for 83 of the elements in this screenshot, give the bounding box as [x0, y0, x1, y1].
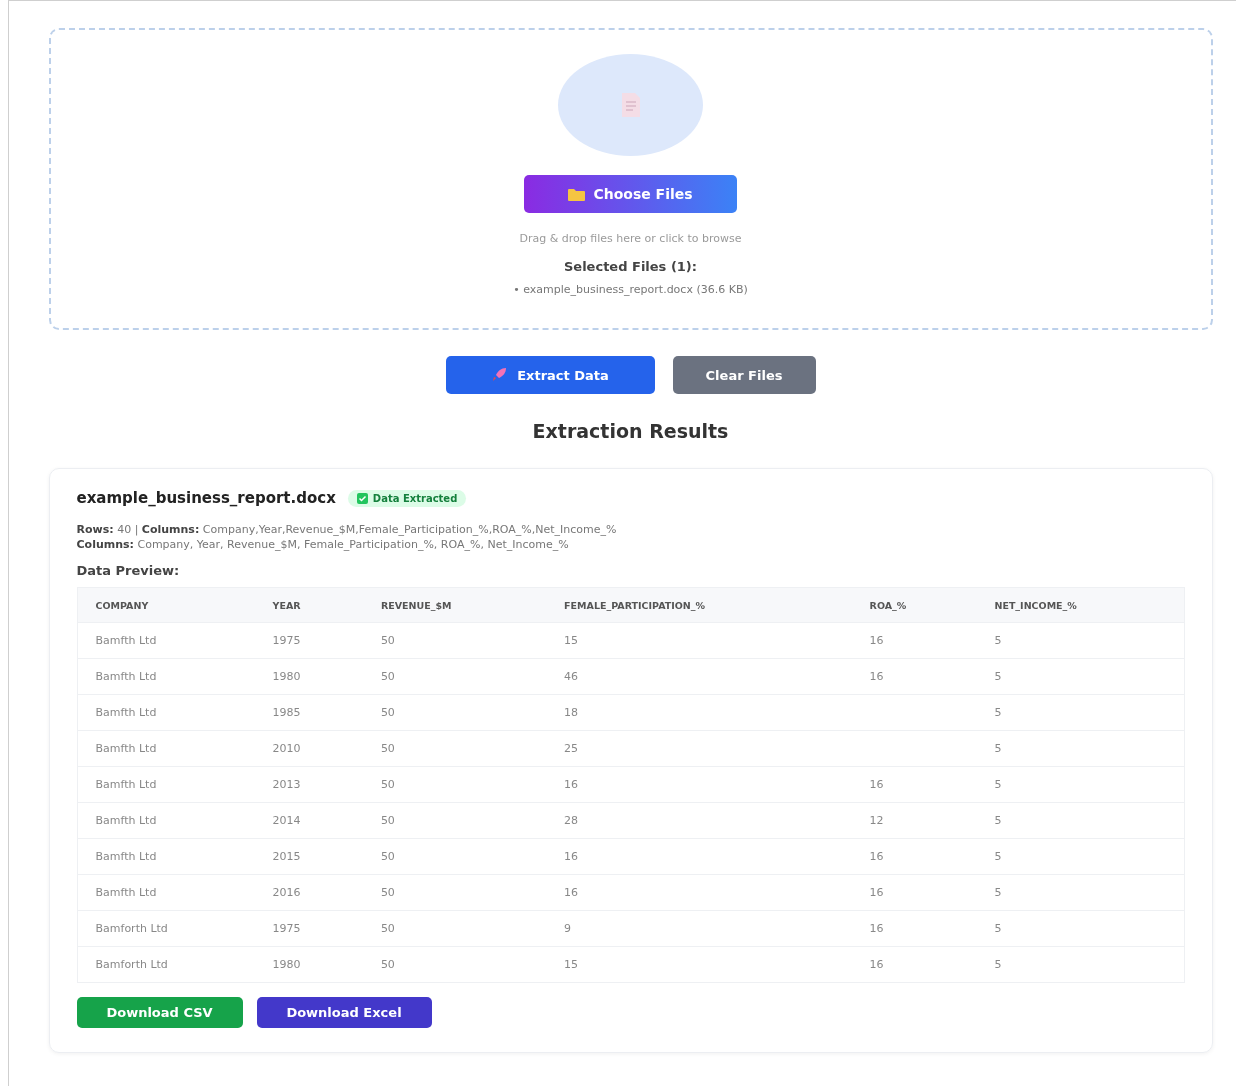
- table-cell: 5: [976, 730, 1184, 767]
- column-header: REVENUE_$M: [362, 587, 547, 623]
- table-cell: 2015: [254, 838, 363, 875]
- table-cell: 2016: [254, 874, 363, 911]
- table-cell: 16: [546, 874, 852, 911]
- selected-file: • example_business_report.docx (36.6 KB): [513, 283, 748, 296]
- table-cell: 50: [362, 838, 547, 875]
- choose-files-button[interactable]: Choose Files: [524, 175, 737, 213]
- table-cell: Bamfth Ltd: [77, 622, 255, 659]
- selected-files-title: Selected Files (1):: [564, 259, 697, 274]
- table-cell: Bamfth Ltd: [77, 730, 255, 767]
- table-cell: 5: [976, 946, 1184, 983]
- table-cell: 16: [851, 766, 977, 803]
- drop-hint: Drag & drop files here or click to browse: [519, 232, 742, 245]
- table-cell: 1980: [254, 658, 363, 695]
- extract-data-button[interactable]: Extract Data: [445, 356, 655, 394]
- rows-info: Rows: 40 | Columns: Company,Year,Revenue_$M,Female_Participation_%,ROA_%,Net_Income_%: [76, 523, 618, 536]
- table-cell: 46: [546, 658, 852, 695]
- table-cell: 50: [362, 694, 547, 731]
- table-cell: 25: [546, 730, 852, 767]
- drop-zone[interactable]: Choose Files Drag & drop files here or click to browse Selected Files (1): • example_business_report.docx (36.6 KB): [48, 28, 1213, 330]
- columns-info: Columns: Company, Year, Revenue_$M, Female_Participation_%, ROA_%, Net_Income_%: [76, 538, 570, 551]
- table-cell: Bamforth Ltd: [77, 910, 255, 947]
- table-cell: 5: [976, 622, 1184, 659]
- table-cell: 9: [546, 910, 852, 947]
- table-cell: 1980: [254, 946, 363, 983]
- table-cell: 16: [851, 910, 977, 947]
- table-cell: Bamfth Ltd: [77, 658, 255, 695]
- check-icon: [356, 492, 368, 504]
- table-cell: 5: [976, 694, 1184, 731]
- table-cell: 16: [546, 838, 852, 875]
- document-icon: [619, 92, 642, 118]
- column-header: ROA_%: [851, 587, 977, 623]
- table-cell: 28: [546, 802, 852, 839]
- table-cell: 5: [976, 766, 1184, 803]
- table-cell: 50: [362, 766, 547, 803]
- table-cell: 16: [851, 946, 977, 983]
- table-cell: Bamforth Ltd: [77, 946, 255, 983]
- status-text: Data Extracted: [372, 492, 458, 504]
- table-cell: 16: [851, 622, 977, 659]
- table-cell: 16: [851, 874, 977, 911]
- download-excel-button[interactable]: Download Excel: [256, 997, 432, 1028]
- table-cell: 16: [851, 658, 977, 695]
- table-cell: 50: [362, 946, 547, 983]
- data-preview-title: Data Preview:: [76, 563, 181, 578]
- table-cell: 50: [362, 874, 547, 911]
- table-cell: 18: [546, 694, 852, 731]
- table-cell: 5: [976, 658, 1184, 695]
- table-cell: 5: [976, 874, 1184, 911]
- column-header: YEAR: [254, 587, 363, 623]
- table-cell: 15: [546, 622, 852, 659]
- table-cell: 15: [546, 946, 852, 983]
- table-cell: 16: [851, 838, 977, 875]
- table-cell: 50: [362, 910, 547, 947]
- table-cell: Bamfth Ltd: [77, 694, 255, 731]
- table-cell: 12: [851, 802, 977, 839]
- results-heading: Extraction Results: [532, 420, 729, 442]
- table-cell: 50: [362, 622, 547, 659]
- table-cell: 50: [362, 802, 547, 839]
- column-header: COMPANY: [77, 587, 255, 623]
- table-cell: 50: [362, 730, 547, 767]
- table-cell: Bamfth Ltd: [77, 802, 255, 839]
- table-cell: 2014: [254, 802, 363, 839]
- column-header: NET_INCOME_%: [976, 587, 1184, 623]
- table-cell: 5: [976, 910, 1184, 947]
- table-cell: 16: [546, 766, 852, 803]
- table-cell: Bamfth Ltd: [77, 838, 255, 875]
- table-cell: 1975: [254, 622, 363, 659]
- file-name: example_business_report.docx: [76, 489, 336, 507]
- rocket-icon: [491, 367, 508, 383]
- clear-files-button[interactable]: Clear Files: [672, 356, 816, 394]
- table-cell: 2013: [254, 766, 363, 803]
- column-header: FEMALE_PARTICIPATION_%: [546, 587, 852, 623]
- table-cell: 50: [362, 658, 547, 695]
- table-cell: Bamfth Ltd: [77, 874, 255, 911]
- table-cell: 1975: [254, 910, 363, 947]
- folder-icon: [568, 187, 586, 201]
- table-cell: 5: [976, 838, 1184, 875]
- table-cell: Bamfth Ltd: [77, 766, 255, 803]
- table-cell: 1985: [254, 694, 363, 731]
- table-cell: 2010: [254, 730, 363, 767]
- table-cell: 5: [976, 802, 1184, 839]
- download-csv-button[interactable]: Download CSV: [76, 997, 243, 1028]
